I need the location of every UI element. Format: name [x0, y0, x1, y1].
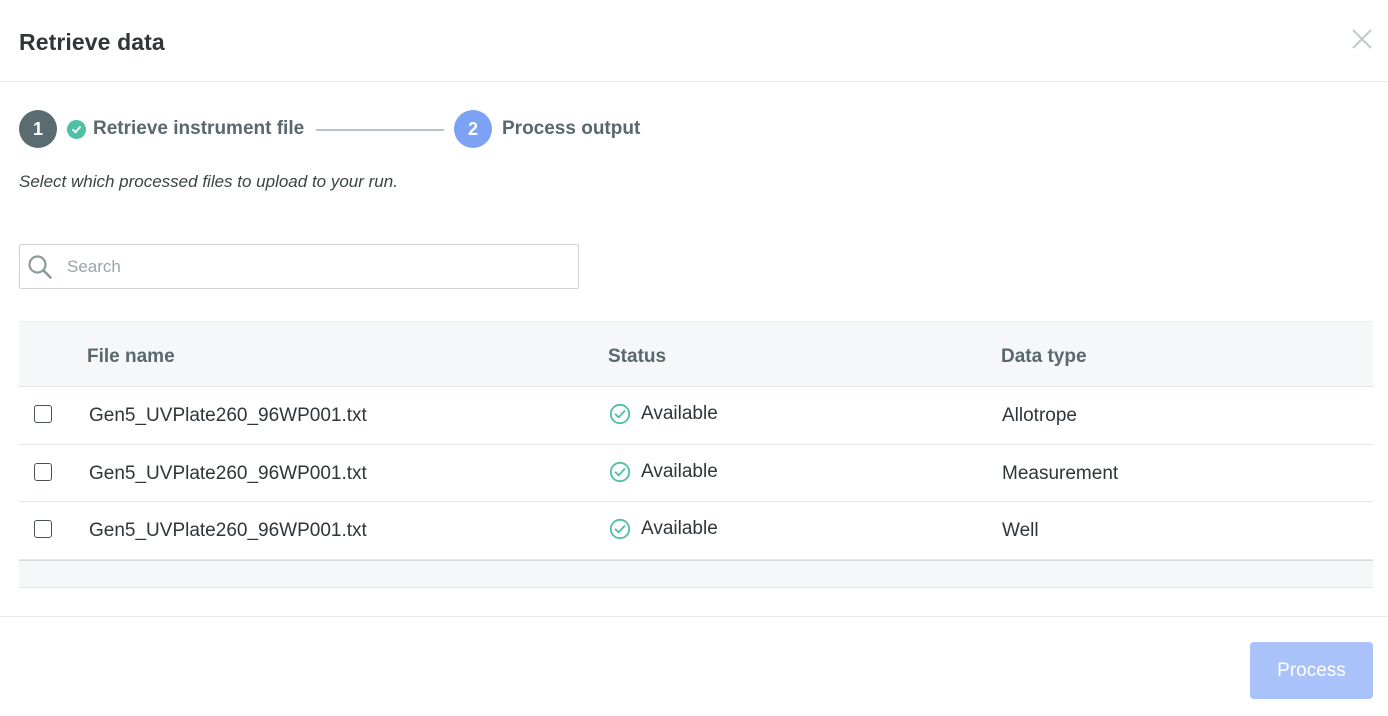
file-name-cell: Gen5_UVPlate260_96WP001.txt — [89, 405, 367, 426]
process-button[interactable]: Process — [1250, 642, 1373, 699]
stepper-connector — [316, 129, 444, 131]
table-footer — [19, 559, 1373, 588]
column-header-status[interactable]: Status — [608, 346, 666, 368]
dialog-title: Retrieve data — [19, 29, 165, 55]
check-circle-icon — [609, 461, 631, 482]
data-type-cell: Allotrope — [1002, 405, 1077, 426]
search-icon — [28, 255, 52, 279]
column-header-file-name[interactable]: File name — [87, 346, 175, 368]
search-box — [19, 244, 579, 289]
dialog-footer: Process — [0, 616, 1388, 716]
dialog-header: Retrieve data — [0, 0, 1388, 82]
file-name-cell: Gen5_UVPlate260_96WP001.txt — [89, 462, 367, 484]
status-label: Available — [641, 518, 718, 539]
status-cell: Available — [609, 461, 718, 483]
check-circle-icon — [609, 518, 631, 540]
status-label: Available — [641, 403, 718, 424]
step-2-label: Process output — [502, 118, 641, 139]
data-type-cell: Measurement — [1002, 462, 1119, 484]
step-2-indicator: 2 — [454, 110, 492, 148]
table-row[interactable]: Gen5_UVPlate260_96WP001.txt Available Me… — [19, 444, 1373, 502]
file-name-cell: Gen5_UVPlate260_96WP001.txt — [89, 520, 367, 541]
check-circle-icon — [609, 403, 631, 425]
status-cell: Available — [609, 518, 718, 540]
step-1-indicator: 1 — [19, 110, 57, 148]
instructions-text: Select which processed files to upload t… — [19, 172, 398, 191]
data-type-cell: Well — [1002, 520, 1039, 541]
row-checkbox[interactable] — [34, 462, 52, 481]
row-checkbox[interactable] — [34, 405, 52, 423]
table-row[interactable]: Gen5_UVPlate260_96WP001.txt Available Al… — [19, 387, 1373, 445]
row-checkbox[interactable] — [34, 520, 52, 538]
retrieve-data-dialog: Retrieve data 1 Retrieve instrument file… — [0, 0, 1388, 716]
search-input[interactable] — [67, 245, 567, 288]
files-table: File name Status Data type Gen5_UVPlate2… — [19, 321, 1373, 588]
status-cell: Available — [609, 403, 718, 425]
step-1-label: Retrieve instrument file — [93, 118, 305, 139]
check-circle-icon — [67, 120, 86, 139]
table-row[interactable]: Gen5_UVPlate260_96WP001.txt Available We… — [19, 502, 1373, 560]
status-label: Available — [641, 460, 718, 482]
table-header: File name Status Data type — [19, 321, 1373, 387]
close-icon[interactable] — [1349, 26, 1375, 52]
column-header-data-type[interactable]: Data type — [1001, 346, 1087, 368]
